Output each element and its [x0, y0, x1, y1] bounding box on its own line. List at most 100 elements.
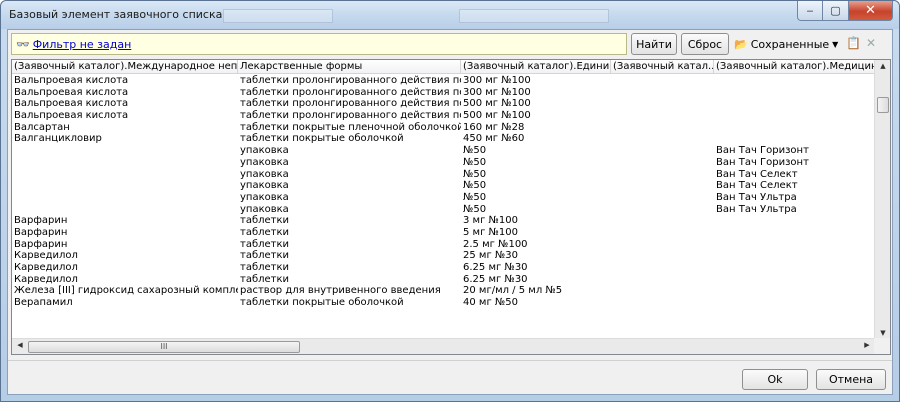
column-header-unit[interactable]: (Заявочный каталог).Едини... [461, 60, 611, 74]
scroll-down-icon[interactable]: ▼ [875, 329, 890, 337]
table-row[interactable]: упаковка №50 Ван Тач Ультра [12, 192, 876, 204]
dialog-window: Базовый элемент заявочного списка ‒ ▢ ✕ … [0, 0, 900, 402]
vertical-scrollbar[interactable]: ▲ ▼ [874, 60, 890, 339]
table-cell [714, 250, 876, 262]
window-title: Базовый элемент заявочного списка [9, 8, 223, 21]
table-row[interactable]: Валсартан таблетки покрытые пленочной обо… [12, 122, 876, 134]
table-cell [714, 87, 876, 99]
table-cell: 300 мг №100 [463, 75, 531, 86]
table-row[interactable]: упаковка №50 Ван Тач Ультра [12, 204, 876, 216]
vertical-scroll-thumb[interactable] [877, 97, 889, 113]
table-cell: Валганцикловир [14, 133, 102, 145]
table-cell: Вальпроевая кислота [14, 110, 129, 122]
table-row[interactable]: Карведилол таблетки 6.25 мг №30 [12, 262, 876, 274]
table-cell [714, 122, 876, 134]
table-cell [12, 204, 238, 216]
footer-divider [8, 360, 892, 361]
table-cell: таблетки [240, 215, 290, 227]
table-cell: 25 мг №30 [463, 250, 519, 262]
filter-bar: 👓 Фильтр не задан [11, 33, 627, 55]
clear-filter-icon[interactable]: ✕ [866, 36, 876, 50]
minimize-button[interactable]: ‒ [797, 1, 823, 21]
table-row[interactable]: Железа [III] гидроксид сахарозный компле… [12, 285, 876, 297]
scroll-left-icon[interactable]: ◀ [13, 341, 27, 349]
table-cell: 6.25 мг №30 [463, 273, 528, 285]
table-cell: таблетки [240, 250, 290, 262]
table-row[interactable]: упаковка №50 Ван Тач Горизонт [12, 145, 876, 157]
horizontal-scroll-thumb[interactable]: III [28, 341, 300, 353]
table-row[interactable]: упаковка №50 Ван Тач Горизонт [12, 157, 876, 169]
background-window-ghost [223, 9, 333, 23]
table-row[interactable]: Вальпроевая кислота таблетки пролонгирова… [12, 110, 876, 122]
table-row[interactable]: Вальпроевая кислота таблетки пролонгирова… [12, 75, 876, 87]
table-cell [714, 110, 876, 122]
table-cell [611, 250, 714, 262]
ok-button[interactable]: Ok [742, 369, 808, 390]
table-cell: Варфарин [14, 238, 68, 250]
table-row[interactable]: Карведилол таблетки 6.25 мг №30 [12, 274, 876, 286]
grid-rows: Вальпроевая кислота таблетки пролонгирова… [12, 75, 876, 309]
table-cell [611, 227, 714, 239]
table-cell: Валсартан [14, 121, 70, 133]
table-cell: 300 мг №100 [463, 86, 531, 98]
table-cell: раствор для внутривенного введения [240, 285, 441, 297]
find-button[interactable]: Найти [631, 33, 677, 55]
close-button[interactable]: ✕ [849, 1, 893, 21]
table-cell: Ван Тач Селект [716, 168, 798, 180]
chevron-down-icon: ▼ [832, 39, 839, 49]
table-cell: упаковка [240, 145, 289, 157]
cancel-button[interactable]: Отмена [816, 369, 886, 390]
table-row[interactable]: упаковка №50 Ван Тач Селект [12, 180, 876, 192]
column-header-inn[interactable]: (Заявочный каталог).Международное непа..… [12, 60, 238, 74]
filter-link[interactable]: Фильтр не задан [33, 38, 132, 51]
table-cell: таблетки [240, 226, 290, 238]
table-cell [714, 297, 876, 309]
table-cell [714, 98, 876, 110]
table-cell [611, 215, 714, 227]
clipboard-icon[interactable]: 📋 [846, 36, 861, 50]
table-cell [12, 145, 238, 157]
maximize-icon: ▢ [830, 4, 841, 17]
table-cell [611, 192, 714, 204]
table-row[interactable]: Валганцикловир таблетки покрытые оболочко… [12, 133, 876, 145]
saved-filters-label: Сохраненные [750, 37, 830, 51]
table-cell: Карведилол [14, 250, 78, 262]
table-cell: таблетки покрытые оболочкой [240, 297, 404, 309]
table-cell [611, 262, 714, 274]
table-cell [611, 145, 714, 157]
minimize-icon: ‒ [806, 4, 814, 17]
table-row[interactable]: Варфарин таблетки 2.5 мг №100 [12, 239, 876, 251]
table-row[interactable]: Верапамил таблетки покрытые оболочкой 40 м… [12, 297, 876, 309]
table-row[interactable]: Вальпроевая кислота таблетки пролонгирова… [12, 98, 876, 110]
table-cell: Ван Тач Ультра [716, 203, 797, 215]
horizontal-scrollbar[interactable]: ◀ III ▶ [12, 338, 875, 354]
table-cell [611, 285, 714, 297]
table-cell: 500 мг №100 [463, 110, 531, 122]
column-header-dosage-form[interactable]: Лекарственные формы [238, 60, 461, 74]
table-row[interactable]: Вальпроевая кислота таблетки пролонгирова… [12, 87, 876, 99]
dialog-client: 👓 Фильтр не задан Найти Сброс 📂 Сохранен… [7, 29, 893, 395]
column-header-catalog[interactable]: (Заявочный катал... [611, 60, 714, 74]
title-bar[interactable]: Базовый элемент заявочного списка ‒ ▢ ✕ [1, 1, 899, 29]
table-cell [611, 274, 714, 286]
table-row[interactable]: упаковка №50 Ван Тач Селект [12, 169, 876, 181]
table-cell: таблетки [240, 262, 290, 273]
scroll-right-icon[interactable]: ▶ [860, 341, 874, 349]
table-cell: Вальпроевая кислота [14, 75, 129, 86]
table-cell: упаковка [240, 168, 289, 180]
table-cell: №50 [463, 191, 487, 203]
table-row[interactable]: Варфарин таблетки 5 мг №100 [12, 227, 876, 239]
table-cell [714, 227, 876, 239]
table-cell: таблетки пролонгированного действия покр… [240, 75, 461, 86]
reset-button[interactable]: Сброс [681, 33, 729, 55]
table-cell [714, 285, 876, 297]
table-row[interactable]: Карведилол таблетки 25 мг №30 [12, 250, 876, 262]
table-row[interactable]: Варфарин таблетки 3 мг №100 [12, 215, 876, 227]
saved-filters-dropdown[interactable]: 📂 Сохраненные ▼ [734, 35, 838, 53]
table-cell [714, 274, 876, 286]
scroll-up-icon[interactable]: ▲ [875, 62, 890, 70]
table-cell: таблетки [240, 238, 290, 250]
maximize-button[interactable]: ▢ [823, 1, 849, 21]
table-cell [611, 122, 714, 134]
column-header-medical[interactable]: (Заявочный каталог).Медицинс... [714, 60, 876, 74]
